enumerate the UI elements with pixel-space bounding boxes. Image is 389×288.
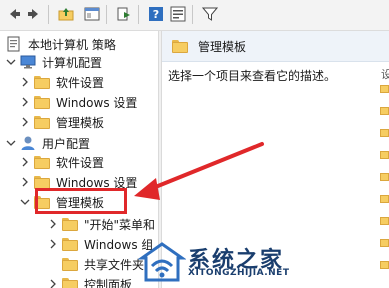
tree-item-label: 软件设置: [56, 75, 105, 90]
computer-icon: [20, 55, 36, 69]
up-folder-icon[interactable]: [58, 6, 74, 22]
folder-icon: [34, 175, 50, 189]
tree-item-user-software-settings[interactable]: 软件设置: [20, 152, 104, 172]
user-icon: [21, 136, 35, 150]
chevron-right-icon[interactable]: [48, 279, 58, 288]
forward-icon[interactable]: [26, 6, 42, 22]
details-header: 管理模板: [162, 31, 389, 62]
watermark-subtitle: XITONGZHIJIA.NET: [188, 268, 290, 278]
tree-item-software-settings[interactable]: 软件设置: [20, 72, 104, 92]
folder-icon: [62, 237, 78, 251]
policy-tree: 本地计算机 策略 计算机配置 软件设置 Windows 设置 管理模板 用户配置…: [0, 31, 158, 288]
tree-item-label: 控制面板: [84, 277, 133, 288]
filter-icon[interactable]: [202, 6, 218, 22]
chevron-down-icon[interactable]: [6, 138, 16, 148]
tree-item-label: 用户配置: [42, 136, 91, 151]
folder-icon: [62, 277, 78, 288]
tree-item-label: 共享文件夹: [84, 257, 145, 272]
properties-icon[interactable]: [170, 6, 186, 22]
tree-item-label: 计算机配置: [42, 55, 103, 70]
folder-icon: [62, 217, 78, 231]
chevron-down-icon[interactable]: [6, 57, 16, 67]
back-icon[interactable]: [6, 6, 22, 22]
chevron-right-icon[interactable]: [20, 157, 30, 167]
folder-icon: [62, 257, 78, 271]
folder-icon: [34, 75, 50, 89]
tree-item-label: 软件设置: [56, 155, 105, 170]
tree-item-start-menu[interactable]: "开始"菜单和: [48, 214, 155, 234]
tree-item-label: "开始"菜单和: [84, 217, 156, 232]
tree-item-user-config[interactable]: 用户配置: [6, 133, 90, 153]
policy-document-icon: [7, 36, 20, 52]
tree-root[interactable]: 本地计算机 策略: [6, 34, 116, 54]
chevron-right-icon[interactable]: [20, 97, 30, 107]
watermark: 系统之家 XITONGZHIJIA.NET: [138, 238, 389, 288]
show-hide-tree-icon[interactable]: [84, 6, 100, 22]
chevron-right-icon[interactable]: [20, 177, 30, 187]
chevron-down-icon[interactable]: [20, 197, 30, 207]
tree-item-label: 管理模板: [56, 115, 105, 130]
folder-icon: [34, 95, 50, 109]
tree-root-label: 本地计算机 策略: [28, 37, 116, 52]
help-icon[interactable]: ?: [148, 6, 164, 22]
export-list-icon[interactable]: [116, 6, 132, 22]
details-title: 管理模板: [198, 39, 247, 54]
folder-icon: [172, 39, 188, 53]
folder-icon[interactable]: [380, 129, 389, 137]
toolbar: ?: [0, 0, 389, 31]
folder-icon: [34, 115, 50, 129]
tree-item-shared-folders[interactable]: 共享文件夹: [62, 254, 144, 274]
tree-item-windows-settings[interactable]: Windows 设置: [20, 92, 137, 112]
chevron-right-icon[interactable]: [48, 219, 58, 229]
svg-text:?: ?: [153, 8, 159, 21]
folder-icon[interactable]: [380, 85, 389, 93]
folder-icon[interactable]: [380, 217, 389, 225]
folder-icon: [34, 155, 50, 169]
folder-icon[interactable]: [380, 107, 389, 115]
folder-icon[interactable]: [380, 173, 389, 181]
tree-item-label: Windows 设置: [56, 95, 138, 110]
chevron-right-icon[interactable]: [20, 117, 30, 127]
chevron-right-icon[interactable]: [48, 239, 58, 249]
tree-item-control-panel[interactable]: 控制面板: [48, 274, 132, 288]
folder-icon[interactable]: [380, 195, 389, 203]
tree-item-computer-config[interactable]: 计算机配置: [6, 52, 102, 72]
chevron-right-icon[interactable]: [20, 77, 30, 87]
tree-item-admin-templates[interactable]: 管理模板: [20, 112, 104, 132]
watermark-logo-icon: [138, 242, 186, 282]
details-description: 选择一个项目来查看它的描述。: [168, 69, 337, 83]
folder-icon[interactable]: [380, 151, 389, 159]
highlight-box: [35, 188, 127, 214]
